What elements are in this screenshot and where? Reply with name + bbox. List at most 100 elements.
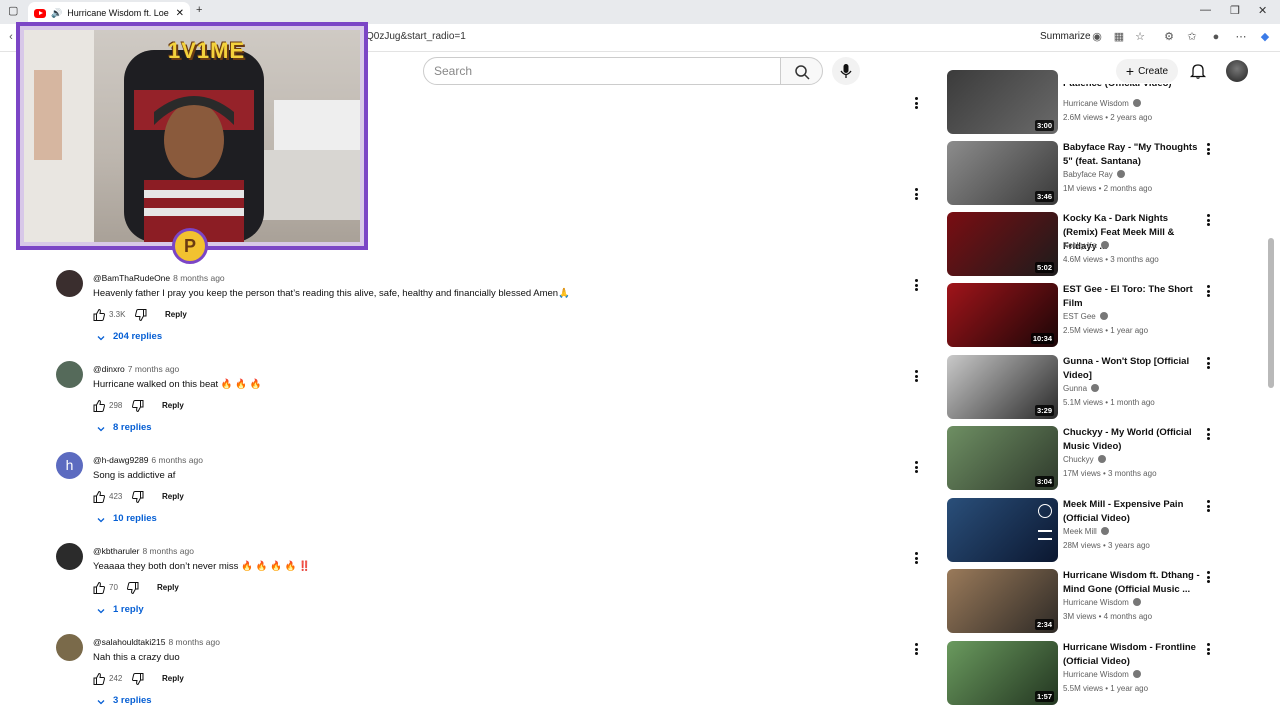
video-thumbnail[interactable] bbox=[947, 498, 1058, 562]
comment-time[interactable]: 6 months ago bbox=[151, 455, 203, 465]
like-icon[interactable] bbox=[92, 672, 106, 686]
extensions-icon[interactable]: ⚙ bbox=[1162, 30, 1176, 44]
voice-search-button[interactable] bbox=[832, 57, 860, 85]
like-icon[interactable] bbox=[92, 308, 106, 322]
dislike-icon[interactable] bbox=[134, 308, 148, 322]
channel-name[interactable]: Hurricane Wisdom bbox=[1063, 99, 1129, 108]
comment-time[interactable]: 8 months ago bbox=[168, 637, 220, 647]
chevron-down-icon[interactable] bbox=[96, 606, 106, 616]
comment-avatar[interactable] bbox=[56, 634, 83, 661]
dislike-icon[interactable] bbox=[131, 399, 145, 413]
chevron-down-icon[interactable] bbox=[96, 697, 106, 707]
video-thumbnail[interactable]: 3:46 bbox=[947, 141, 1058, 205]
video-more-icon[interactable] bbox=[915, 97, 919, 109]
video-channel[interactable]: Gunna bbox=[1063, 384, 1100, 393]
comment-time[interactable]: 7 months ago bbox=[128, 364, 180, 374]
video-channel[interactable]: Meek Mill bbox=[1063, 527, 1109, 536]
video-thumbnail[interactable]: 1:57 bbox=[947, 641, 1058, 705]
channel-name[interactable]: Chuckyy bbox=[1063, 455, 1094, 464]
browser-tab[interactable]: 🔊 Hurricane Wisdom ft. Loe Sh ✕ bbox=[28, 2, 190, 24]
more-menu-icon[interactable]: ⋯ bbox=[1234, 30, 1248, 44]
reader-icon[interactable]: ▦ bbox=[1112, 30, 1126, 44]
video-title[interactable]: Gunna - Won't Stop [Official Video] bbox=[1063, 355, 1203, 383]
speaker-icon[interactable]: 🔊 bbox=[51, 8, 62, 19]
video-channel[interactable]: Kocky Ka bbox=[1063, 241, 1109, 250]
comment-author[interactable]: @kbtharuler bbox=[93, 546, 139, 556]
channel-name[interactable]: EST Gee bbox=[1063, 312, 1096, 321]
notifications-bell-icon[interactable] bbox=[1189, 62, 1207, 80]
video-title[interactable]: Meek Mill - Expensive Pain (Official Vid… bbox=[1063, 498, 1203, 526]
channel-name[interactable]: Babyface Ray bbox=[1063, 170, 1113, 179]
view-replies-button[interactable]: 1 reply bbox=[113, 604, 144, 615]
tab-close-icon[interactable]: ✕ bbox=[176, 8, 184, 19]
video-thumbnail[interactable]: 10:34 bbox=[947, 283, 1058, 347]
video-more-icon[interactable] bbox=[1207, 285, 1211, 297]
view-replies-button[interactable]: 10 replies bbox=[113, 513, 157, 524]
profile-icon[interactable]: ● bbox=[1209, 30, 1223, 44]
comment-more-icon[interactable] bbox=[915, 188, 919, 200]
sidebar-toggle-icon[interactable]: ▢ bbox=[8, 4, 18, 17]
reply-button[interactable]: Reply bbox=[162, 674, 184, 683]
video-more-icon[interactable] bbox=[1207, 571, 1211, 583]
comment-more-icon[interactable] bbox=[915, 552, 919, 564]
comment-more-icon[interactable] bbox=[915, 643, 919, 655]
video-title[interactable]: Chuckyy - My World (Official Music Video… bbox=[1063, 426, 1203, 454]
channel-name[interactable]: Hurricane Wisdom bbox=[1063, 598, 1129, 607]
channel-name[interactable]: Kocky Ka bbox=[1063, 241, 1097, 250]
video-more-icon[interactable] bbox=[1207, 428, 1211, 440]
video-channel[interactable]: Chuckyy bbox=[1063, 455, 1106, 464]
comment-more-icon[interactable] bbox=[915, 461, 919, 473]
video-more-icon[interactable] bbox=[1207, 643, 1211, 655]
channel-name[interactable]: Meek Mill bbox=[1063, 527, 1097, 536]
comment-avatar[interactable] bbox=[56, 270, 83, 297]
comment-more-icon[interactable] bbox=[915, 279, 919, 291]
comment-time[interactable]: 8 months ago bbox=[142, 546, 194, 556]
chevron-down-icon[interactable] bbox=[96, 424, 106, 434]
minimize-icon[interactable]: — bbox=[1200, 4, 1211, 16]
video-title[interactable]: Hurricane Wisdom - Frontline (Official V… bbox=[1063, 641, 1203, 669]
url-text[interactable]: Q0zJug&start_radio=1 bbox=[366, 31, 466, 42]
chevron-down-icon[interactable] bbox=[96, 333, 106, 343]
video-thumbnail[interactable]: 3:29 bbox=[947, 355, 1058, 419]
search-button[interactable] bbox=[780, 57, 823, 85]
video-channel[interactable]: Hurricane Wisdom bbox=[1063, 670, 1141, 679]
video-thumbnail[interactable]: 5:02 bbox=[947, 212, 1058, 276]
reply-button[interactable]: Reply bbox=[157, 583, 179, 592]
chevron-down-icon[interactable] bbox=[96, 515, 106, 525]
video-more-icon[interactable] bbox=[1207, 500, 1211, 512]
comment-author[interactable]: @salahouldtaki215 bbox=[93, 637, 165, 647]
view-replies-button[interactable]: 204 replies bbox=[113, 331, 162, 342]
channel-name[interactable]: Gunna bbox=[1063, 384, 1087, 393]
view-replies-button[interactable]: 8 replies bbox=[113, 422, 152, 433]
new-tab-icon[interactable]: + bbox=[196, 4, 202, 16]
favorites-icon[interactable]: ✩ bbox=[1185, 30, 1199, 44]
summarize-button[interactable]: Summarize bbox=[1040, 31, 1091, 42]
comment-author[interactable]: @dinxro bbox=[93, 364, 125, 374]
favorite-star-icon[interactable]: ☆ bbox=[1133, 30, 1147, 44]
view-replies-button[interactable]: 3 replies bbox=[113, 695, 152, 706]
comment-time[interactable]: 8 months ago bbox=[173, 273, 225, 283]
comment-more-icon[interactable] bbox=[915, 370, 919, 382]
create-button[interactable]: + Create bbox=[1116, 59, 1178, 83]
window-close-icon[interactable]: ✕ bbox=[1258, 4, 1267, 17]
video-channel[interactable]: EST Gee bbox=[1063, 312, 1108, 321]
dislike-icon[interactable] bbox=[131, 490, 145, 504]
comment-author[interactable]: @h-dawg9289 bbox=[93, 455, 148, 465]
copilot-icon[interactable]: ◉ bbox=[1090, 30, 1104, 44]
video-more-icon[interactable] bbox=[1207, 214, 1211, 226]
video-thumbnail[interactable]: 3:04 bbox=[947, 426, 1058, 490]
video-thumbnail[interactable]: 3:00 bbox=[947, 70, 1058, 134]
video-channel[interactable]: Hurricane Wisdom bbox=[1063, 598, 1141, 607]
dislike-icon[interactable] bbox=[126, 581, 140, 595]
reply-button[interactable]: Reply bbox=[165, 310, 187, 319]
reply-button[interactable]: Reply bbox=[162, 401, 184, 410]
like-icon[interactable] bbox=[92, 490, 106, 504]
video-title[interactable]: Babyface Ray - "My Thoughts 5" (feat. Sa… bbox=[1063, 141, 1203, 169]
dislike-icon[interactable] bbox=[131, 672, 145, 686]
maximize-icon[interactable]: ❐ bbox=[1230, 4, 1240, 17]
copilot-sidebar-icon[interactable]: ◆ bbox=[1258, 30, 1272, 44]
video-more-icon[interactable] bbox=[1207, 143, 1211, 155]
scrollbar[interactable] bbox=[1268, 238, 1274, 388]
video-channel[interactable]: Babyface Ray bbox=[1063, 170, 1125, 179]
like-icon[interactable] bbox=[92, 399, 106, 413]
